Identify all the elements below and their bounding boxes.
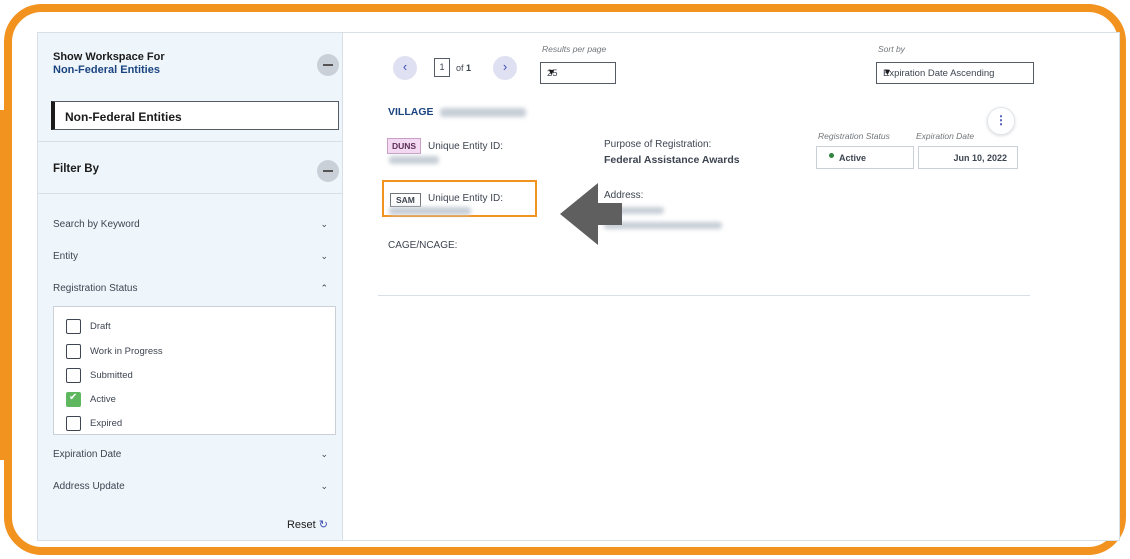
- expiration-date-text: Jun 10, 2022: [953, 153, 1007, 163]
- checkbox[interactable]: [66, 368, 81, 383]
- reset-button[interactable]: Reset ↻: [287, 518, 328, 531]
- caret-down-icon: ▼: [547, 67, 556, 77]
- workspace-title: Show Workspace For: [53, 51, 165, 63]
- chevron-down-icon: ⌄: [320, 251, 328, 261]
- purpose-value: Federal Assistance Awards: [604, 154, 740, 166]
- previous-page-button[interactable]: ‹: [393, 56, 417, 80]
- accordion-label: Address Update: [53, 481, 125, 492]
- total-pages: 1: [466, 63, 472, 73]
- pointer-arrow-icon: [560, 183, 622, 245]
- checkbox-label: Active: [90, 394, 116, 405]
- cage-label: CAGE/NCAGE:: [388, 240, 458, 251]
- page-number-input[interactable]: 1: [434, 58, 450, 77]
- redacted-entity-name: [440, 108, 526, 117]
- workspace-select-value: Non-Federal Entities: [65, 110, 182, 124]
- next-page-button[interactable]: ›: [493, 56, 517, 80]
- collapse-workspace-button[interactable]: [317, 54, 339, 76]
- checkbox-checked[interactable]: [66, 392, 81, 407]
- results-per-page-select[interactable]: 25 ▼: [540, 62, 616, 84]
- chevron-left-icon: ‹: [402, 59, 408, 74]
- purpose-label: Purpose of Registration:: [604, 139, 712, 150]
- checkbox-label: Submitted: [90, 370, 133, 381]
- redacted-sam-id: [389, 207, 471, 215]
- chevron-down-icon: ⌄: [320, 449, 328, 459]
- entity-name[interactable]: VILLAGE: [388, 106, 434, 118]
- expiration-date-label: Expiration Date: [916, 131, 975, 141]
- sort-by-select[interactable]: Expiration Date Ascending ▼: [876, 62, 1034, 84]
- divider: [38, 193, 343, 194]
- registration-status-options: Draft Work in Progress Submitted Active …: [53, 306, 336, 435]
- filter-sidebar: Show Workspace For Non-Federal Entities …: [38, 33, 343, 540]
- accordion-expiration-date[interactable]: Expiration Date ⌄: [53, 449, 328, 460]
- accordion-label: Registration Status: [53, 283, 138, 294]
- sort-by-label: Sort by: [878, 44, 905, 54]
- active-status-dot: [829, 153, 834, 158]
- reset-icon: ↻: [318, 519, 328, 531]
- collapse-filter-button[interactable]: [317, 160, 339, 182]
- page-of-text: of 1: [456, 63, 471, 73]
- more-actions-button[interactable]: ⋮: [987, 107, 1015, 135]
- duns-badge: DUNS: [387, 138, 422, 154]
- checkbox[interactable]: [66, 319, 81, 334]
- kebab-menu-icon: ⋮: [995, 113, 1007, 127]
- reset-label: Reset: [286, 519, 316, 531]
- accordion-entity[interactable]: Entity ⌄: [53, 251, 328, 262]
- chevron-down-icon: ⌄: [320, 219, 328, 229]
- registration-status-label: Registration Status: [818, 131, 890, 141]
- duns-uei-label: Unique Entity ID:: [428, 141, 504, 152]
- chevron-up-icon: ⌃: [320, 283, 328, 293]
- checkbox-label: Expired: [90, 418, 123, 429]
- chevron-right-icon: ›: [502, 59, 508, 74]
- accordion-registration-status[interactable]: Registration Status ⌃: [53, 283, 328, 294]
- sam-uei-label: Unique Entity ID:: [428, 193, 504, 204]
- workspace-screenshot: Show Workspace For Non-Federal Entities …: [37, 32, 1120, 541]
- accordion-label: Entity: [53, 251, 79, 262]
- checkbox[interactable]: [66, 344, 81, 359]
- entity-name-text: VILLAGE: [388, 106, 434, 118]
- results-per-page-label: Results per page: [542, 44, 607, 54]
- workspace-value: Non-Federal Entities: [53, 64, 160, 76]
- registration-status-text: Active: [839, 153, 867, 163]
- accordion-search-keyword[interactable]: Search by Keyword ⌄: [53, 219, 328, 230]
- registration-status-value: Active: [816, 146, 914, 169]
- card-divider: [378, 295, 1030, 296]
- checkbox-label: Draft: [90, 321, 111, 332]
- filter-title: Filter By: [53, 163, 100, 175]
- sam-badge: SAM: [390, 193, 421, 207]
- caret-down-icon: ▼: [883, 67, 892, 77]
- checkbox-label: Work in Progress: [90, 346, 163, 357]
- divider: [38, 141, 343, 142]
- expiration-date-value: Jun 10, 2022: [918, 146, 1018, 169]
- accordion-address-update[interactable]: Address Update ⌄: [53, 481, 328, 492]
- chevron-down-icon: ⌄: [320, 481, 328, 491]
- accordion-label: Expiration Date: [53, 449, 122, 460]
- of-label: of: [456, 63, 464, 73]
- checkbox[interactable]: [66, 416, 81, 431]
- accordion-label: Search by Keyword: [53, 219, 140, 230]
- redacted-duns-id: [389, 156, 439, 164]
- workspace-select[interactable]: Non-Federal Entities: [51, 101, 339, 130]
